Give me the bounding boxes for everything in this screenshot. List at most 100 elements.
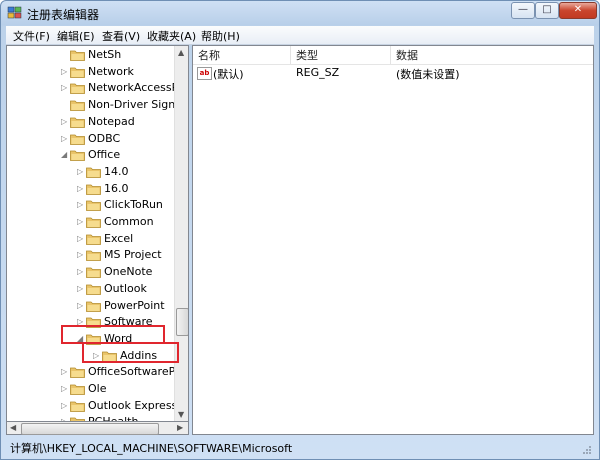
- menu-view[interactable]: 查看(V): [99, 28, 143, 44]
- tree-item-label: Outlook Express: [88, 398, 178, 412]
- scroll-down-icon[interactable]: ▼: [178, 410, 184, 419]
- folder-icon: [86, 184, 101, 195]
- tree-item[interactable]: ▷ 14.0: [7, 164, 174, 180]
- value-data: (数值未设置): [396, 68, 460, 81]
- menu-file[interactable]: 文件(F): [10, 28, 53, 44]
- tree-horizontal-scrollbar[interactable]: ◀ ▶: [6, 421, 189, 435]
- tree-item[interactable]: Non-Driver Signin: [7, 97, 185, 113]
- tree-item-label: OneNote: [104, 265, 153, 279]
- tree-item-label: ClickToRun: [104, 198, 163, 212]
- menu-edit[interactable]: 编辑(E): [54, 28, 98, 44]
- value-row[interactable]: ab (默认) REG_SZ (数值未设置): [193, 65, 593, 81]
- tree-item[interactable]: ▷ ODBC: [7, 131, 174, 147]
- title-bar: 注册表编辑器 — □ ✕: [1, 1, 599, 25]
- resize-grip-icon[interactable]: [582, 445, 592, 455]
- expand-arrow-icon[interactable]: ▷: [77, 167, 83, 176]
- registry-tree[interactable]: NetSh ▷ Network ▷ NetworkAccessPr Non-Driver …: [6, 45, 189, 423]
- expand-arrow-icon[interactable]: ▷: [77, 200, 83, 209]
- expand-arrow-icon[interactable]: ▷: [61, 401, 67, 410]
- tree-item[interactable]: ▷ Ole: [7, 381, 174, 397]
- tree-item[interactable]: ◢ Office: [7, 147, 174, 163]
- expand-arrow-icon[interactable]: ▷: [61, 367, 67, 376]
- window-title: 注册表编辑器: [27, 8, 100, 22]
- tree-item-label: Office: [88, 148, 121, 162]
- column-divider[interactable]: [290, 46, 291, 64]
- column-header-data[interactable]: 数据: [396, 47, 418, 63]
- menu-help[interactable]: 帮助(H): [198, 28, 243, 44]
- tree-item[interactable]: ▷ ClickToRun: [7, 197, 174, 213]
- column-header-row: 名称 类型 数据: [193, 46, 593, 65]
- horizontal-scrollbar-thumb[interactable]: [21, 423, 159, 435]
- status-path: 计算机\HKEY_LOCAL_MACHINE\SOFTWARE\Microsof…: [10, 442, 293, 455]
- tree-item[interactable]: ▷ PowerPoint: [7, 298, 174, 314]
- tree-item-label: Ole: [88, 382, 107, 395]
- registry-editor-app-icon: [7, 6, 22, 19]
- tree-item[interactable]: ▷ NetworkAccessPr: [7, 80, 183, 96]
- tree-item[interactable]: ▷ Common: [7, 214, 174, 230]
- addins-highlight-box: [82, 342, 179, 363]
- scroll-right-icon[interactable]: ▶: [177, 423, 183, 432]
- column-header-name[interactable]: 名称: [198, 47, 220, 63]
- folder-icon: [70, 401, 85, 412]
- scrollbar-thumb[interactable]: [176, 308, 188, 336]
- folder-icon: [70, 150, 85, 162]
- tree-item-label: Notepad: [88, 114, 135, 128]
- folder-icon: [86, 301, 101, 312]
- tree-item[interactable]: ▷ OfficeSoftwarePro: [7, 364, 186, 380]
- folder-icon: [70, 367, 85, 379]
- tree-item[interactable]: ▷ OneNote: [7, 264, 174, 280]
- close-button[interactable]: ✕: [559, 2, 597, 19]
- string-value-icon: ab: [197, 67, 212, 80]
- tree-item-label: ODBC: [88, 131, 121, 145]
- tree-item-label: MS Project: [104, 248, 162, 262]
- tree-item[interactable]: NetSh: [7, 47, 174, 63]
- folder-icon: [86, 234, 101, 245]
- tree-item-label: PowerPoint: [104, 298, 165, 312]
- tree-item-label: Network: [88, 64, 134, 78]
- tree-item[interactable]: ▷ Notepad: [7, 114, 174, 130]
- maximize-button[interactable]: □: [535, 2, 559, 19]
- tree-item[interactable]: ▷ Outlook Express: [7, 398, 178, 414]
- tree-vertical-scrollbar[interactable]: ▲ ▼: [174, 46, 188, 422]
- expand-arrow-icon[interactable]: ▷: [77, 184, 83, 193]
- expand-arrow-icon[interactable]: ▷: [77, 217, 83, 226]
- tree-item-label: Excel: [104, 231, 134, 245]
- expand-arrow-icon[interactable]: ▷: [77, 284, 83, 293]
- tree-item-label: 16.0: [104, 181, 129, 195]
- expand-arrow-icon[interactable]: ▷: [61, 134, 67, 143]
- tree-item[interactable]: ▷ 16.0: [7, 181, 174, 197]
- folder-icon: [86, 200, 101, 212]
- tree-item[interactable]: ▷ Outlook: [7, 281, 174, 297]
- folder-icon: [70, 100, 85, 111]
- registry-editor-window: 注册表编辑器 — □ ✕ 文件(F) 编辑(E) 查看(V) 收藏夹(A) 帮助…: [0, 0, 600, 460]
- value-name: (默认): [213, 68, 244, 81]
- tree-item[interactable]: ▷ Network: [7, 64, 174, 80]
- tree-item-label: NetSh: [88, 48, 122, 61]
- expand-arrow-icon[interactable]: ▷: [61, 384, 67, 393]
- folder-icon: [86, 167, 101, 178]
- menu-favorites[interactable]: 收藏夹(A): [144, 28, 199, 44]
- scroll-left-icon[interactable]: ◀: [10, 423, 16, 432]
- tree-item[interactable]: ▷ Excel: [7, 231, 174, 247]
- folder-icon: [86, 250, 101, 262]
- tree-item[interactable]: ▷ MS Project: [7, 247, 174, 263]
- expand-arrow-icon[interactable]: ▷: [77, 234, 83, 243]
- column-divider[interactable]: [390, 46, 391, 64]
- expand-arrow-icon[interactable]: ▷: [77, 267, 83, 276]
- expand-arrow-icon[interactable]: ▷: [61, 83, 67, 92]
- tree-item-label: Common: [104, 215, 154, 228]
- expand-arrow-icon[interactable]: ▷: [61, 117, 67, 126]
- tree-item-label: 14.0: [104, 164, 129, 178]
- column-header-type[interactable]: 类型: [296, 47, 318, 63]
- tree-item-label: OfficeSoftwarePro: [88, 365, 187, 379]
- scroll-up-icon[interactable]: ▲: [178, 48, 184, 57]
- collapse-arrow-icon[interactable]: ◢: [61, 150, 67, 159]
- menu-bar: 文件(F) 编辑(E) 查看(V) 收藏夹(A) 帮助(H): [6, 26, 594, 45]
- expand-arrow-icon[interactable]: ▷: [61, 67, 67, 76]
- minimize-button[interactable]: —: [511, 2, 535, 19]
- expand-arrow-icon[interactable]: ▷: [77, 301, 83, 310]
- values-list[interactable]: 名称 类型 数据 ab (默认) REG_SZ (数值未设置): [192, 45, 594, 435]
- tree-item-label: NetworkAccessPr: [88, 81, 183, 95]
- folder-icon: [70, 117, 85, 128]
- expand-arrow-icon[interactable]: ▷: [77, 250, 83, 259]
